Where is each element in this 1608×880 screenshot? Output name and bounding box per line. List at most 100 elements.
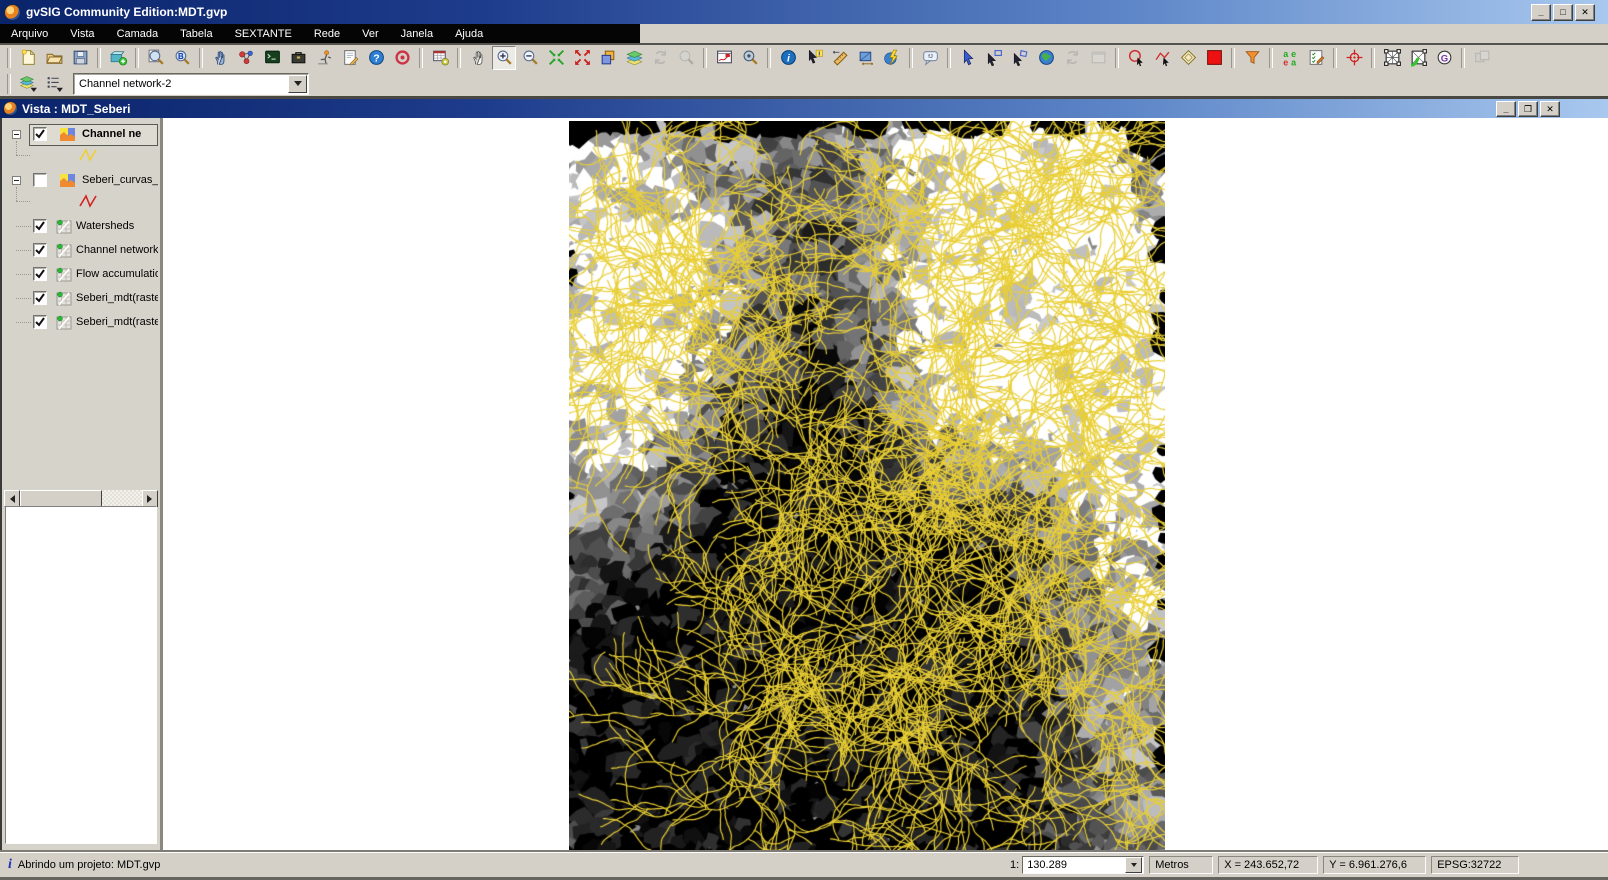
layer-checkbox[interactable] [33, 267, 47, 281]
layer-row-seberi-curvas-de[interactable]: Seberi_curvas_de [2, 169, 160, 193]
layer-label[interactable]: Channel ne [82, 128, 158, 140]
select-by-circle-button[interactable] [1124, 46, 1148, 70]
layer-checkbox[interactable] [33, 291, 47, 305]
geoprocess-dissolve-button[interactable] [1380, 46, 1404, 70]
layer-row-seberi-mdt-raste[interactable]: Seberi_mdt(raste [2, 311, 160, 335]
layer-row-channel-network[interactable]: Channel network [2, 239, 160, 263]
minimize-button[interactable]: _ [1531, 4, 1551, 21]
open-project-button[interactable] [42, 46, 66, 70]
pan-icon [469, 48, 488, 67]
toc-horizontal-scrollbar[interactable] [4, 490, 158, 507]
tree-connector [16, 298, 31, 299]
layer-checkbox[interactable] [33, 243, 47, 257]
vista-restore-button[interactable]: ❐ [1518, 101, 1538, 117]
callout-button[interactable]: fJ [918, 46, 942, 70]
layer-row-watersheds[interactable]: Watersheds [2, 215, 160, 239]
select-by-point-button[interactable] [956, 46, 980, 70]
sextante-toolbox-tree-button[interactable] [208, 46, 232, 70]
active-layer-combobox[interactable]: Channel network-2 [73, 73, 309, 95]
table-manager-button[interactable] [428, 46, 452, 70]
layer-label[interactable]: Flow accumulation [76, 268, 158, 280]
save-project-button[interactable] [68, 46, 92, 70]
frame-manager-button[interactable] [596, 46, 620, 70]
new-project-button[interactable] [16, 46, 40, 70]
menu-ajuda[interactable]: Ajuda [444, 25, 494, 43]
add-view-button[interactable] [106, 46, 130, 70]
scale-combobox[interactable]: 130.289 [1022, 856, 1144, 874]
zoom-full-button[interactable] [570, 46, 594, 70]
scrollbar-track[interactable] [102, 490, 142, 507]
layer-manager-button[interactable] [622, 46, 646, 70]
map-view-area[interactable] [164, 118, 1608, 850]
scrollbar-thumb[interactable] [20, 490, 102, 507]
menu-sextante[interactable]: SEXTANTE [224, 25, 303, 43]
menu-arquivo[interactable]: Arquivo [0, 25, 59, 43]
geoprocess-export-button[interactable] [1406, 46, 1430, 70]
layer-label[interactable]: Channel network [76, 244, 158, 256]
overview-map-button[interactable] [712, 46, 736, 70]
select-by-rectangle-button[interactable] [982, 46, 1006, 70]
annotation-layer-button[interactable]: aeea [1278, 46, 1302, 70]
scale-dropdown-button[interactable] [1125, 857, 1142, 873]
zoom-in-icon [495, 48, 514, 67]
layer-checkbox[interactable] [33, 173, 47, 187]
georeferencing-button[interactable]: G [1432, 46, 1456, 70]
menu-vista[interactable]: Vista [59, 25, 105, 43]
layer-row-flow-accumulation[interactable]: Flow accumulation [2, 263, 160, 287]
menu-camada[interactable]: Camada [106, 25, 170, 43]
menu-tabela[interactable]: Tabela [169, 25, 223, 43]
menu-janela[interactable]: Janela [390, 25, 444, 43]
zoom-selected-button[interactable] [544, 46, 568, 70]
layer-row-seberi-mdt-raste[interactable]: Seberi_mdt(raste [2, 287, 160, 311]
sextante-help-button[interactable]: ? [364, 46, 388, 70]
filter-button[interactable] [1240, 46, 1264, 70]
tree-expander[interactable] [12, 130, 21, 139]
scroll-right-button[interactable] [142, 490, 158, 507]
scroll-left-button[interactable] [4, 490, 20, 507]
menu-ver[interactable]: Ver [351, 25, 390, 43]
info-by-point-button[interactable]: i [776, 46, 800, 70]
select-by-buffer-button[interactable] [1176, 46, 1200, 70]
select-by-polyline-button[interactable] [1150, 46, 1174, 70]
toolbar-separator [1231, 48, 1235, 68]
select-by-polygon-button[interactable] [1008, 46, 1032, 70]
combo-dropdown-button[interactable] [288, 75, 307, 93]
layer-visibility-manager-button[interactable] [16, 72, 40, 96]
close-button[interactable]: ✕ [1575, 4, 1595, 21]
map-canvas[interactable] [569, 121, 1165, 850]
maximize-button[interactable]: □ [1553, 4, 1573, 21]
layer-checkbox[interactable] [33, 127, 47, 141]
layer-label[interactable]: Seberi_mdt(raste [76, 292, 158, 304]
zoom-out-button[interactable] [518, 46, 542, 70]
selection-color-button[interactable] [1202, 46, 1226, 70]
tree-expander[interactable] [12, 176, 21, 185]
layer-checkbox[interactable] [33, 315, 47, 329]
layer-order-manager-button[interactable] [42, 72, 66, 96]
measure-distance-button[interactable] [828, 46, 852, 70]
sextante-text-editor-button[interactable] [338, 46, 362, 70]
locator-setup-button[interactable] [738, 46, 762, 70]
search-by-locator-button[interactable]: B [170, 46, 194, 70]
vista-minimize-button[interactable]: _ [1496, 101, 1516, 117]
centroid-button[interactable] [1342, 46, 1366, 70]
annotation-edit-button[interactable] [1304, 46, 1328, 70]
zoom-in-button[interactable] [492, 46, 516, 70]
menu-rede[interactable]: Rede [303, 25, 351, 43]
pan-button[interactable] [466, 46, 490, 70]
sextante-history-button[interactable] [312, 46, 336, 70]
vista-close-button[interactable]: ✕ [1540, 101, 1560, 117]
sextante-batch-button[interactable] [286, 46, 310, 70]
layer-row-channel-ne[interactable]: Channel ne [2, 123, 160, 147]
layer-label[interactable]: Seberi_mdt(raste [76, 316, 158, 328]
info-fast-button[interactable]: i [802, 46, 826, 70]
hyperlink-button[interactable] [880, 46, 904, 70]
select-by-layer-button[interactable] [1034, 46, 1058, 70]
sextante-modeler-button[interactable] [234, 46, 258, 70]
layer-label[interactable]: Watersheds [76, 220, 158, 232]
print-preview-button[interactable] [144, 46, 168, 70]
layer-label[interactable]: Seberi_curvas_de [82, 174, 158, 186]
sextante-console-button[interactable] [260, 46, 284, 70]
layer-checkbox[interactable] [33, 219, 47, 233]
measure-area-button[interactable] [854, 46, 878, 70]
sextante-target-button[interactable] [390, 46, 414, 70]
